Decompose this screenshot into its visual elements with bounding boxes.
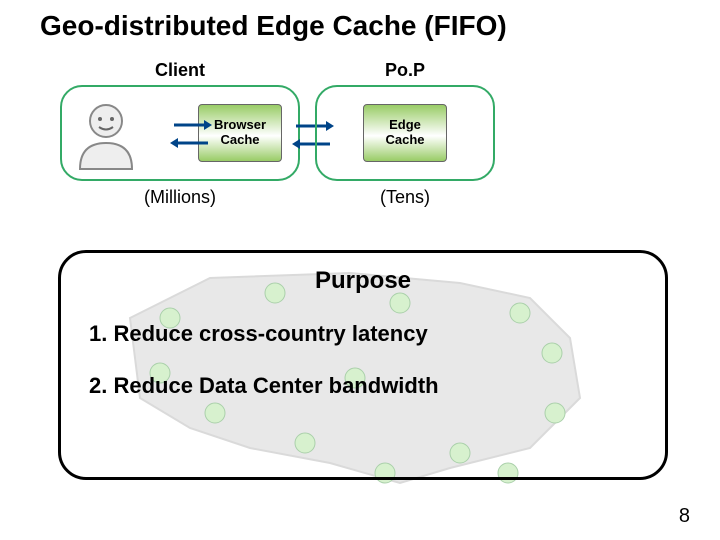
slide-title: Geo-distributed Edge Cache (FIFO) <box>40 10 507 42</box>
bidir-arrows-icon <box>170 115 212 160</box>
browser-cache-line2: Cache <box>220 133 259 148</box>
client-label: Client <box>60 60 300 81</box>
pop-group: Po.P Edge Cache (Tens) <box>315 60 495 208</box>
browser-cache-line1: Browser <box>214 118 266 133</box>
purpose-item-2: 2. Reduce Data Center bandwidth <box>89 373 665 399</box>
purpose-panel: Purpose 1. Reduce cross-country latency … <box>58 250 668 480</box>
pop-footnote: (Tens) <box>315 187 495 208</box>
edge-cache-line2: Cache <box>385 133 424 148</box>
edge-cache-box: Edge Cache <box>363 104 447 162</box>
client-box: Browser Cache <box>60 85 300 181</box>
user-icon <box>72 99 140 176</box>
pop-box: Edge Cache <box>315 85 495 181</box>
purpose-heading: Purpose <box>61 267 665 295</box>
pop-label: Po.P <box>315 60 495 81</box>
page-number: 8 <box>679 505 690 528</box>
purpose-item-1: 1. Reduce cross-country latency <box>89 321 665 347</box>
edge-cache-line1: Edge <box>389 118 421 133</box>
client-footnote: (Millions) <box>60 187 300 208</box>
client-group: Client Browser Cache (Millions) <box>60 60 300 208</box>
